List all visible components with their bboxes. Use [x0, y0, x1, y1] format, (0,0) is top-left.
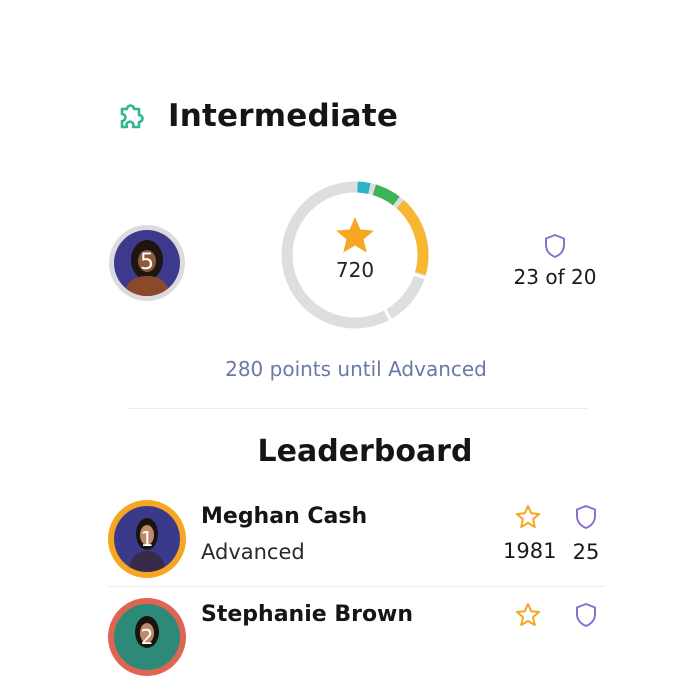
player-name: Stephanie Brown [201, 602, 414, 627]
shield-icon [545, 234, 565, 258]
leaderboard-row[interactable]: 1 Meghan Cash Advanced 1981 25 [108, 500, 605, 596]
user-rank-number: 5 [140, 250, 154, 275]
points-progress-ring [281, 181, 429, 329]
level-title: Intermediate [168, 98, 399, 134]
rank-number: 2 [140, 625, 154, 649]
leaderboard-title: Leaderboard [257, 434, 473, 469]
star-icon [336, 217, 374, 253]
player-name: Meghan Cash [201, 504, 368, 529]
leaderboard-avatar: 1 [108, 500, 186, 578]
shield-icon [576, 505, 596, 529]
shield-stat: 25 [566, 504, 606, 564]
star-outline-icon [516, 505, 540, 528]
shield-stat [566, 602, 606, 632]
points-value: 720 [335, 258, 375, 282]
shield-stat: 23 of 20 [505, 233, 605, 289]
star-outline-icon [516, 603, 540, 626]
divider [127, 408, 587, 409]
star-stat: 1981 [503, 504, 557, 563]
star-count: 1981 [503, 539, 557, 563]
row-divider [108, 586, 605, 587]
points-until-next-level: 280 points until Advanced [225, 357, 487, 381]
rank-number: 1 [140, 527, 154, 551]
puzzle-icon [120, 104, 144, 129]
shield-icon [576, 603, 596, 627]
player-level: Advanced [201, 540, 305, 564]
star-stat [503, 602, 553, 631]
user-avatar[interactable]: 5 [109, 225, 185, 301]
ring-segment-2 [372, 184, 400, 206]
leaderboard-row[interactable]: 2 Stephanie Brown [108, 598, 605, 694]
level-header: Intermediate [116, 98, 398, 134]
shield-count: 25 [572, 540, 600, 564]
leaderboard-avatar: 2 [108, 598, 186, 676]
shield-stat-value: 23 of 20 [513, 265, 597, 289]
ring-segment-1 [357, 181, 371, 194]
